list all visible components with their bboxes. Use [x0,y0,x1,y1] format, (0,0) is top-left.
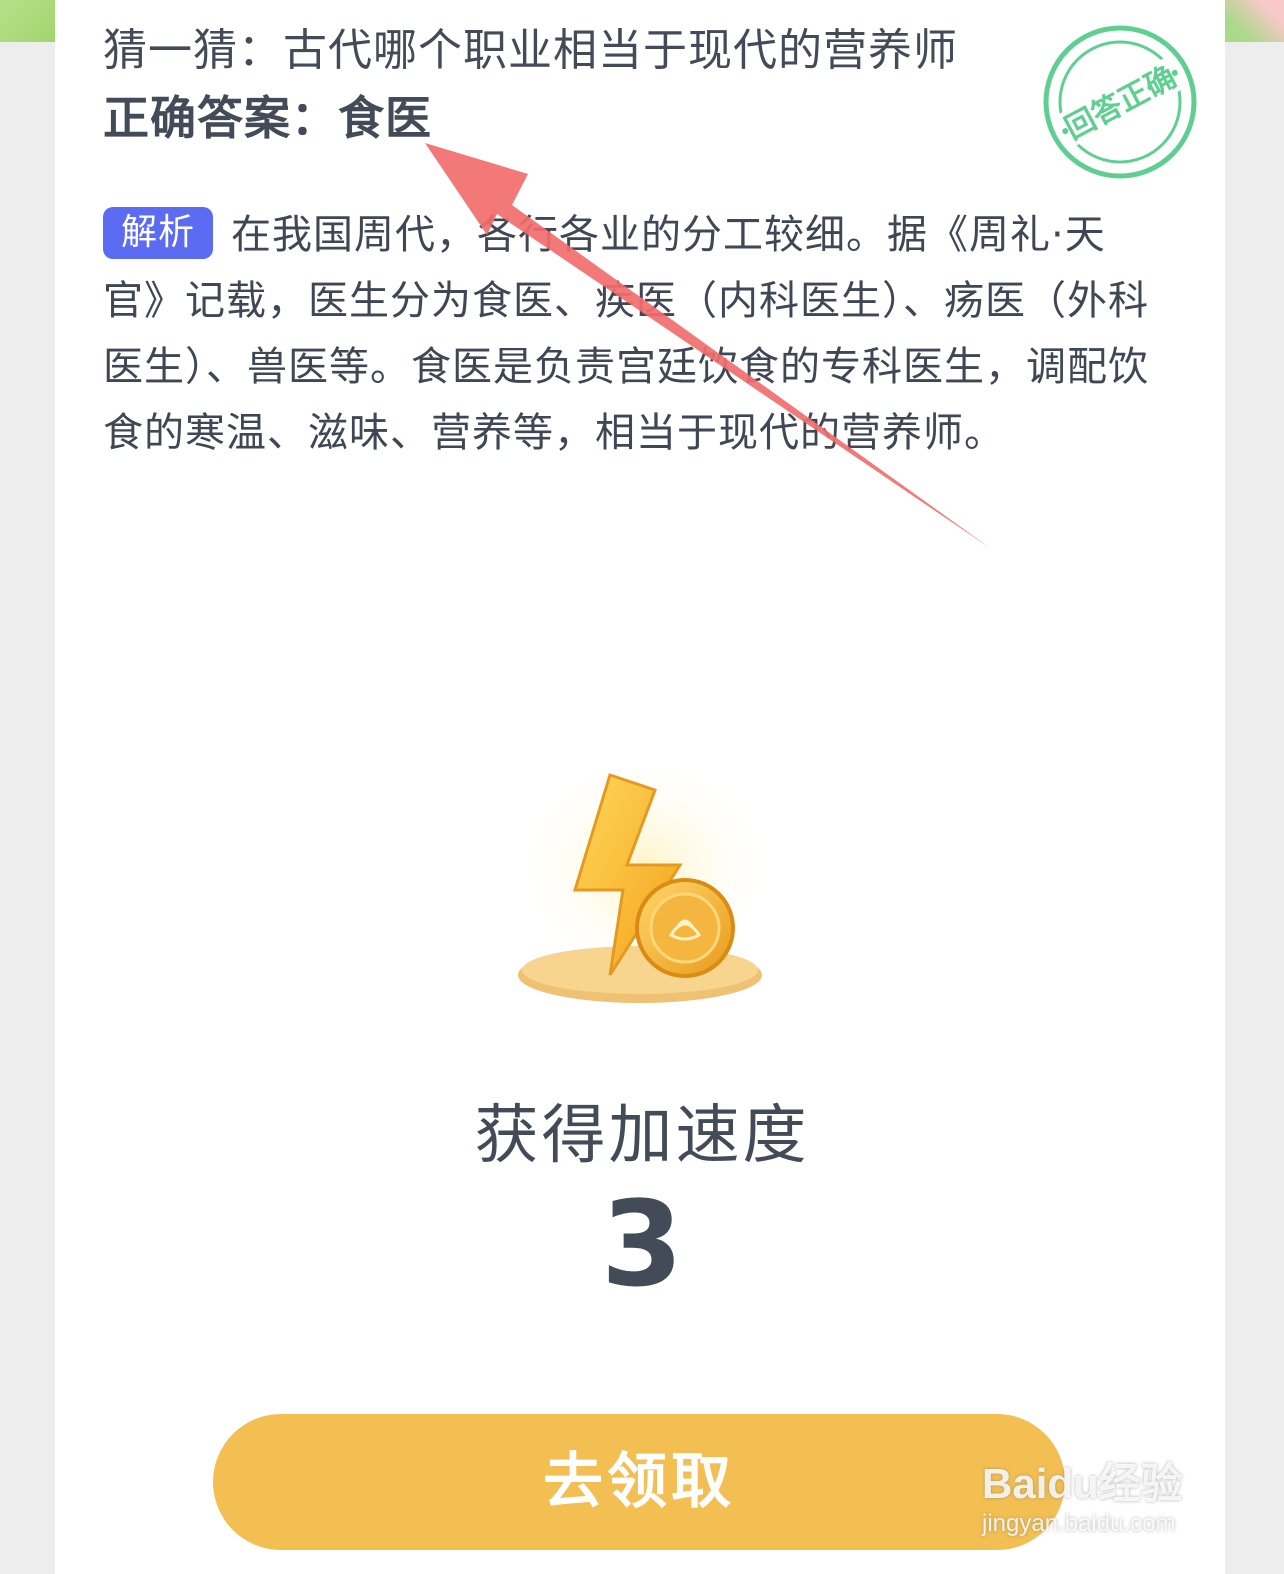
watermark-logo: Baidu经验 [982,1460,1183,1507]
quiz-question: 猜一猜：古代哪个职业相当于现代的营养师 [103,25,958,76]
claim-button[interactable]: 去领取 [213,1414,1065,1550]
watermark-url: jingyan.baidu.com [982,1510,1176,1537]
analysis-text: 在我国周代，各行各业的分工较细。据《周礼·天官》记载，医生分为食医、疾医（内科医… [103,212,1149,456]
stamp-text: 回答正确 [1060,60,1182,147]
correct-stamp-icon: 回答正确 [1043,25,1197,179]
lightning-coin-icon [510,760,780,1003]
reward-label: 获得加速度 [474,1099,810,1173]
analysis-paragraph: 解析 在我国周代，各行各业的分工较细。据《周礼·天官》记载，医生分为食医、疾医（内… [103,202,1153,466]
reward-value: 3 [600,1175,684,1313]
analysis-badge: 解析 [103,207,214,259]
baidu-watermark: Baidu经验 jingyan.baidu.com [978,1430,1218,1540]
correct-answer: 正确答案：食医 [103,91,432,145]
